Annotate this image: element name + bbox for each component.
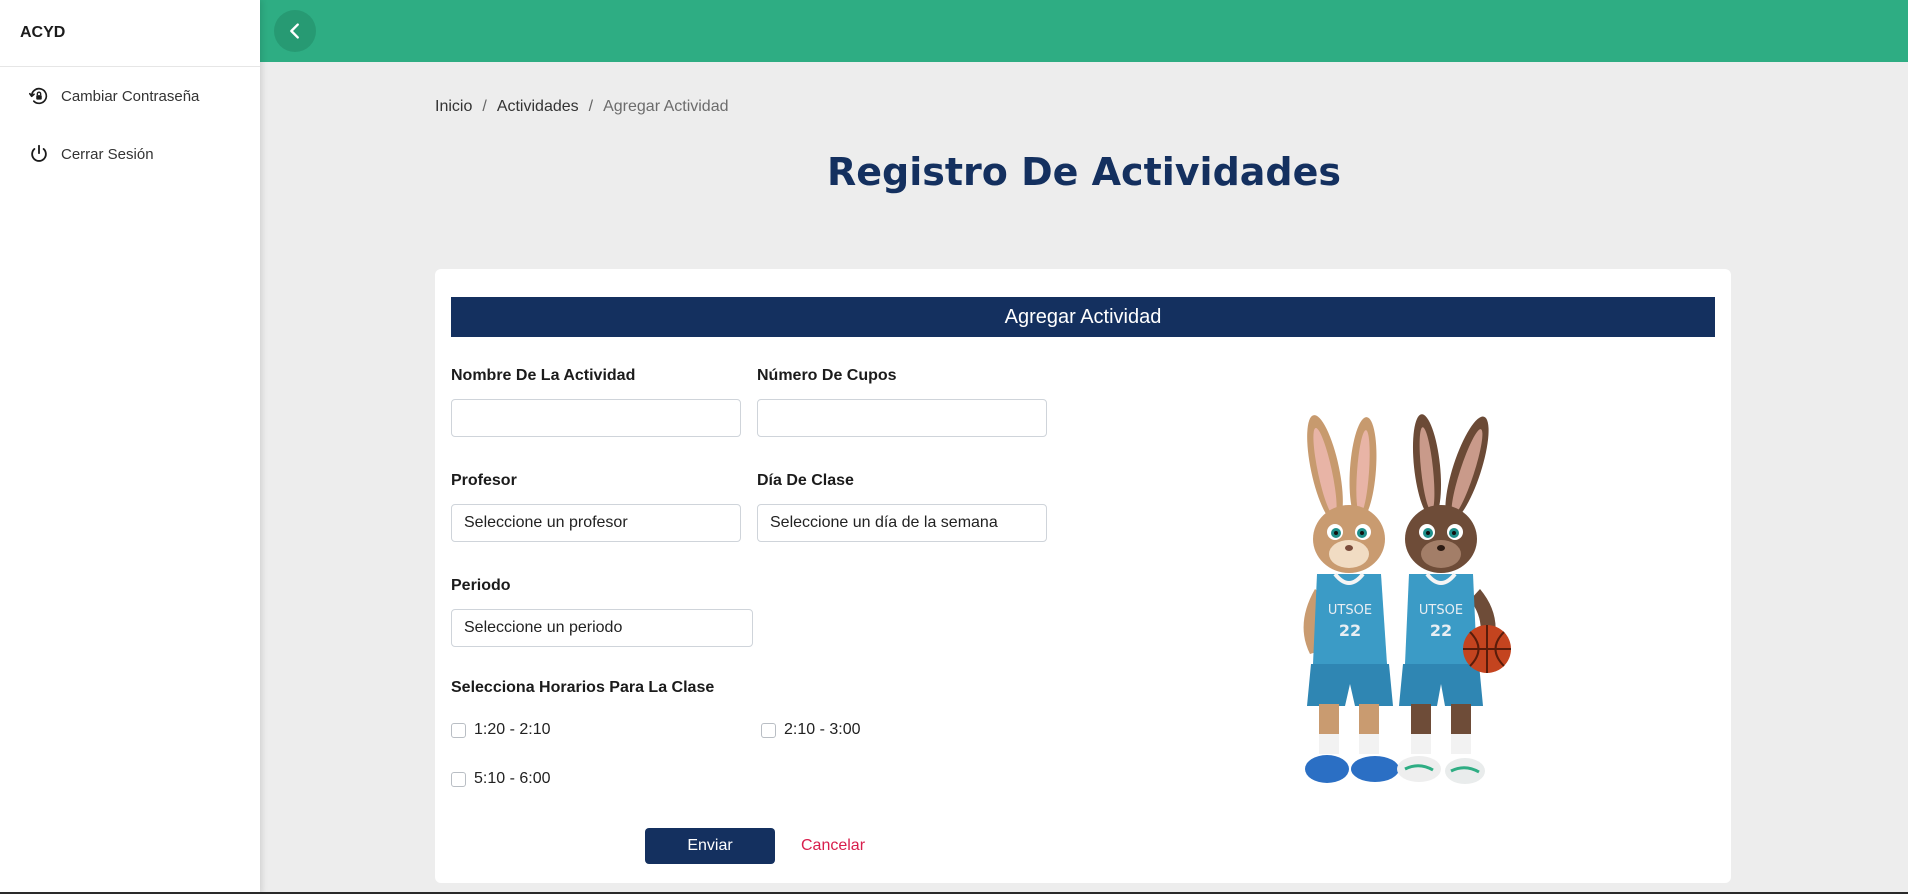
- breadcrumb: Inicio / Actividades / Agregar Actividad: [435, 98, 729, 116]
- collapse-sidebar-button[interactable]: [274, 10, 316, 52]
- breadcrumb-home[interactable]: Inicio: [435, 98, 472, 116]
- schedule-label: 1:20 - 2:10: [474, 721, 551, 738]
- schedules-title: Selecciona Horarios Para La Clase: [451, 679, 715, 696]
- sidebar-item-change-password[interactable]: Cambiar Contraseña: [0, 67, 260, 125]
- teacher-label: Profesor: [451, 472, 517, 489]
- schedule-label: 5:10 - 6:00: [474, 770, 551, 787]
- field-teacher: Profesor Seleccione un profesor: [451, 472, 741, 542]
- brand-title: ACYD: [0, 0, 260, 67]
- jersey-text: UTSOE: [1419, 603, 1463, 618]
- slots-label: Número De Cupos: [757, 367, 897, 384]
- power-icon: [28, 143, 50, 165]
- field-period: Periodo Seleccione un periodo: [451, 577, 753, 647]
- main-content: Inicio / Actividades / Agregar Actividad…: [260, 62, 1908, 894]
- field-class-day: Día De Clase Seleccione un día de la sem…: [757, 472, 1047, 542]
- lock-reset-icon: [28, 85, 50, 107]
- jersey-number: 22: [1339, 621, 1361, 640]
- top-bar: [260, 0, 1908, 62]
- chevron-left-icon: [290, 23, 299, 39]
- schedule-checkbox-3[interactable]: 5:10 - 6:00: [451, 770, 551, 788]
- page-title: Registro De Actividades: [826, 150, 1342, 194]
- sidebar-item-label: Cerrar Sesión: [61, 145, 154, 163]
- cancel-button[interactable]: Cancelar: [801, 828, 865, 864]
- mascot-illustration: UTSOE 22 UTSOE 22: [1303, 414, 1511, 784]
- checkbox[interactable]: [451, 771, 466, 787]
- class-day-select[interactable]: Seleccione un día de la semana: [757, 504, 1047, 542]
- breadcrumb-separator: /: [588, 98, 594, 115]
- breadcrumb-current: Agregar Actividad: [603, 98, 729, 115]
- schedule-checkbox-2[interactable]: 2:10 - 3:00: [761, 721, 861, 739]
- breadcrumb-activities[interactable]: Actividades: [497, 98, 579, 116]
- class-day-label: Día De Clase: [757, 472, 854, 489]
- teacher-select[interactable]: Seleccione un profesor: [451, 504, 741, 542]
- jersey-text: UTSOE: [1328, 603, 1372, 618]
- activity-name-input[interactable]: [451, 399, 741, 437]
- sidebar: ACYD Cambiar Contraseña Cerrar Sesión: [0, 0, 260, 894]
- jersey-number: 22: [1430, 621, 1452, 640]
- slots-input[interactable]: [757, 399, 1047, 437]
- activity-form-card: Agregar Actividad Nombre De La Actividad…: [435, 269, 1731, 883]
- checkbox[interactable]: [451, 722, 466, 738]
- field-slots: Número De Cupos: [757, 367, 1047, 437]
- schedule-checkbox-1[interactable]: 1:20 - 2:10: [451, 721, 551, 739]
- period-label: Periodo: [451, 577, 511, 594]
- field-activity-name: Nombre De La Actividad: [451, 367, 741, 437]
- form-header: Agregar Actividad: [451, 297, 1715, 337]
- sidebar-item-label: Cambiar Contraseña: [61, 87, 200, 105]
- submit-button[interactable]: Enviar: [645, 828, 775, 864]
- activity-name-label: Nombre De La Actividad: [451, 367, 636, 384]
- schedule-label: 2:10 - 3:00: [784, 721, 861, 738]
- period-select[interactable]: Seleccione un periodo: [451, 609, 753, 647]
- checkbox[interactable]: [761, 722, 776, 738]
- breadcrumb-separator: /: [482, 98, 487, 115]
- sidebar-item-logout[interactable]: Cerrar Sesión: [0, 125, 260, 183]
